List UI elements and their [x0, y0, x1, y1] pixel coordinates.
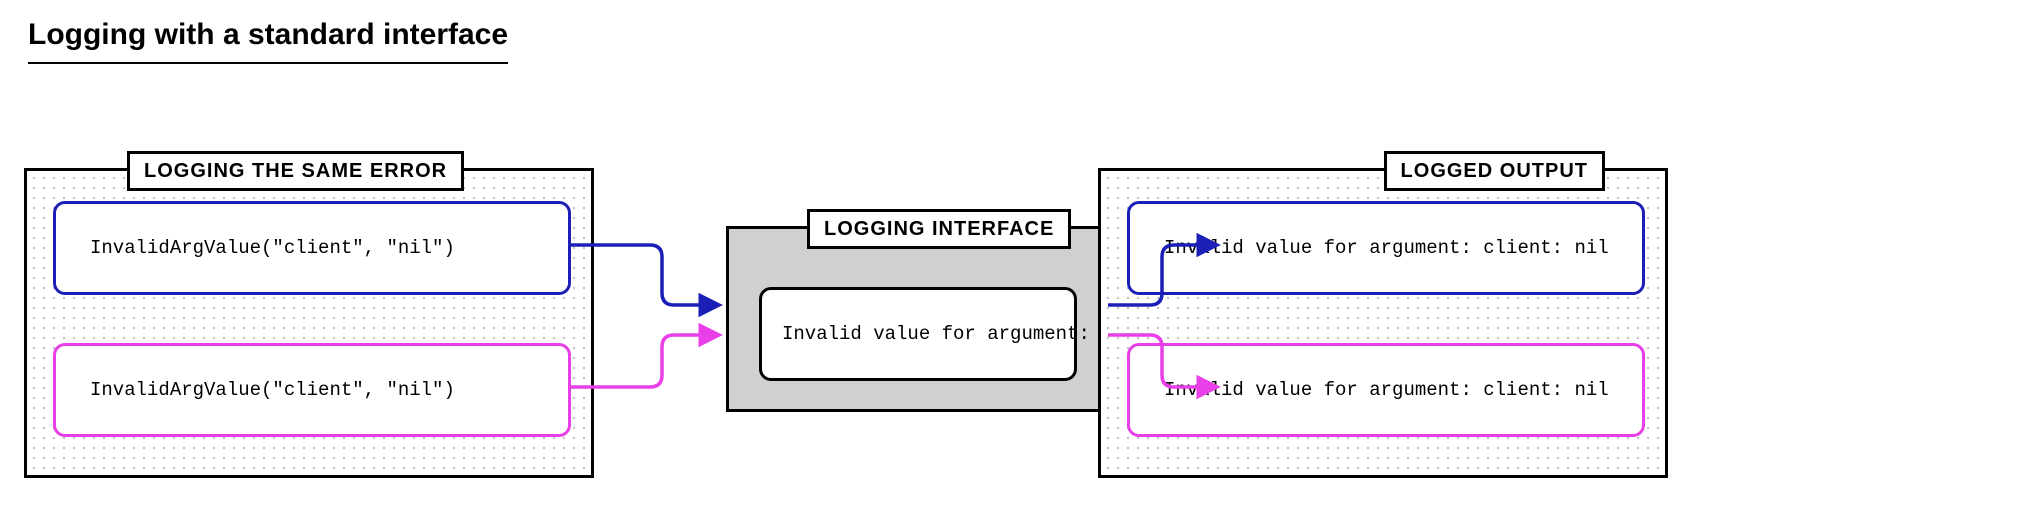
panel-label-left: LOGGING THE SAME ERROR — [127, 151, 464, 191]
format-string-box: Invalid value for argument: %s: %v — [759, 287, 1077, 381]
output-blue-text: Invalid value for argument: client: nil — [1164, 237, 1609, 259]
panel-logging-same-error: LOGGING THE SAME ERROR InvalidArgValue("… — [24, 168, 594, 478]
input-call-blue: InvalidArgValue("client", "nil") — [53, 201, 571, 295]
panel-label-middle: LOGGING INTERFACE — [807, 209, 1071, 249]
output-blue: Invalid value for argument: client: nil — [1127, 201, 1645, 295]
output-magenta-text: Invalid value for argument: client: nil — [1164, 379, 1609, 401]
panel-logging-interface: LOGGING INTERFACE Invalid value for argu… — [726, 226, 1104, 412]
diagram-title: Logging with a standard interface — [28, 18, 508, 64]
panel-logged-output: LOGGED OUTPUT Invalid value for argument… — [1098, 168, 1668, 478]
input-call-magenta: InvalidArgValue("client", "nil") — [53, 343, 571, 437]
input-call-blue-text: InvalidArgValue("client", "nil") — [90, 237, 455, 259]
output-magenta: Invalid value for argument: client: nil — [1127, 343, 1645, 437]
input-call-magenta-text: InvalidArgValue("client", "nil") — [90, 379, 455, 401]
panel-label-right: LOGGED OUTPUT — [1384, 151, 1605, 191]
